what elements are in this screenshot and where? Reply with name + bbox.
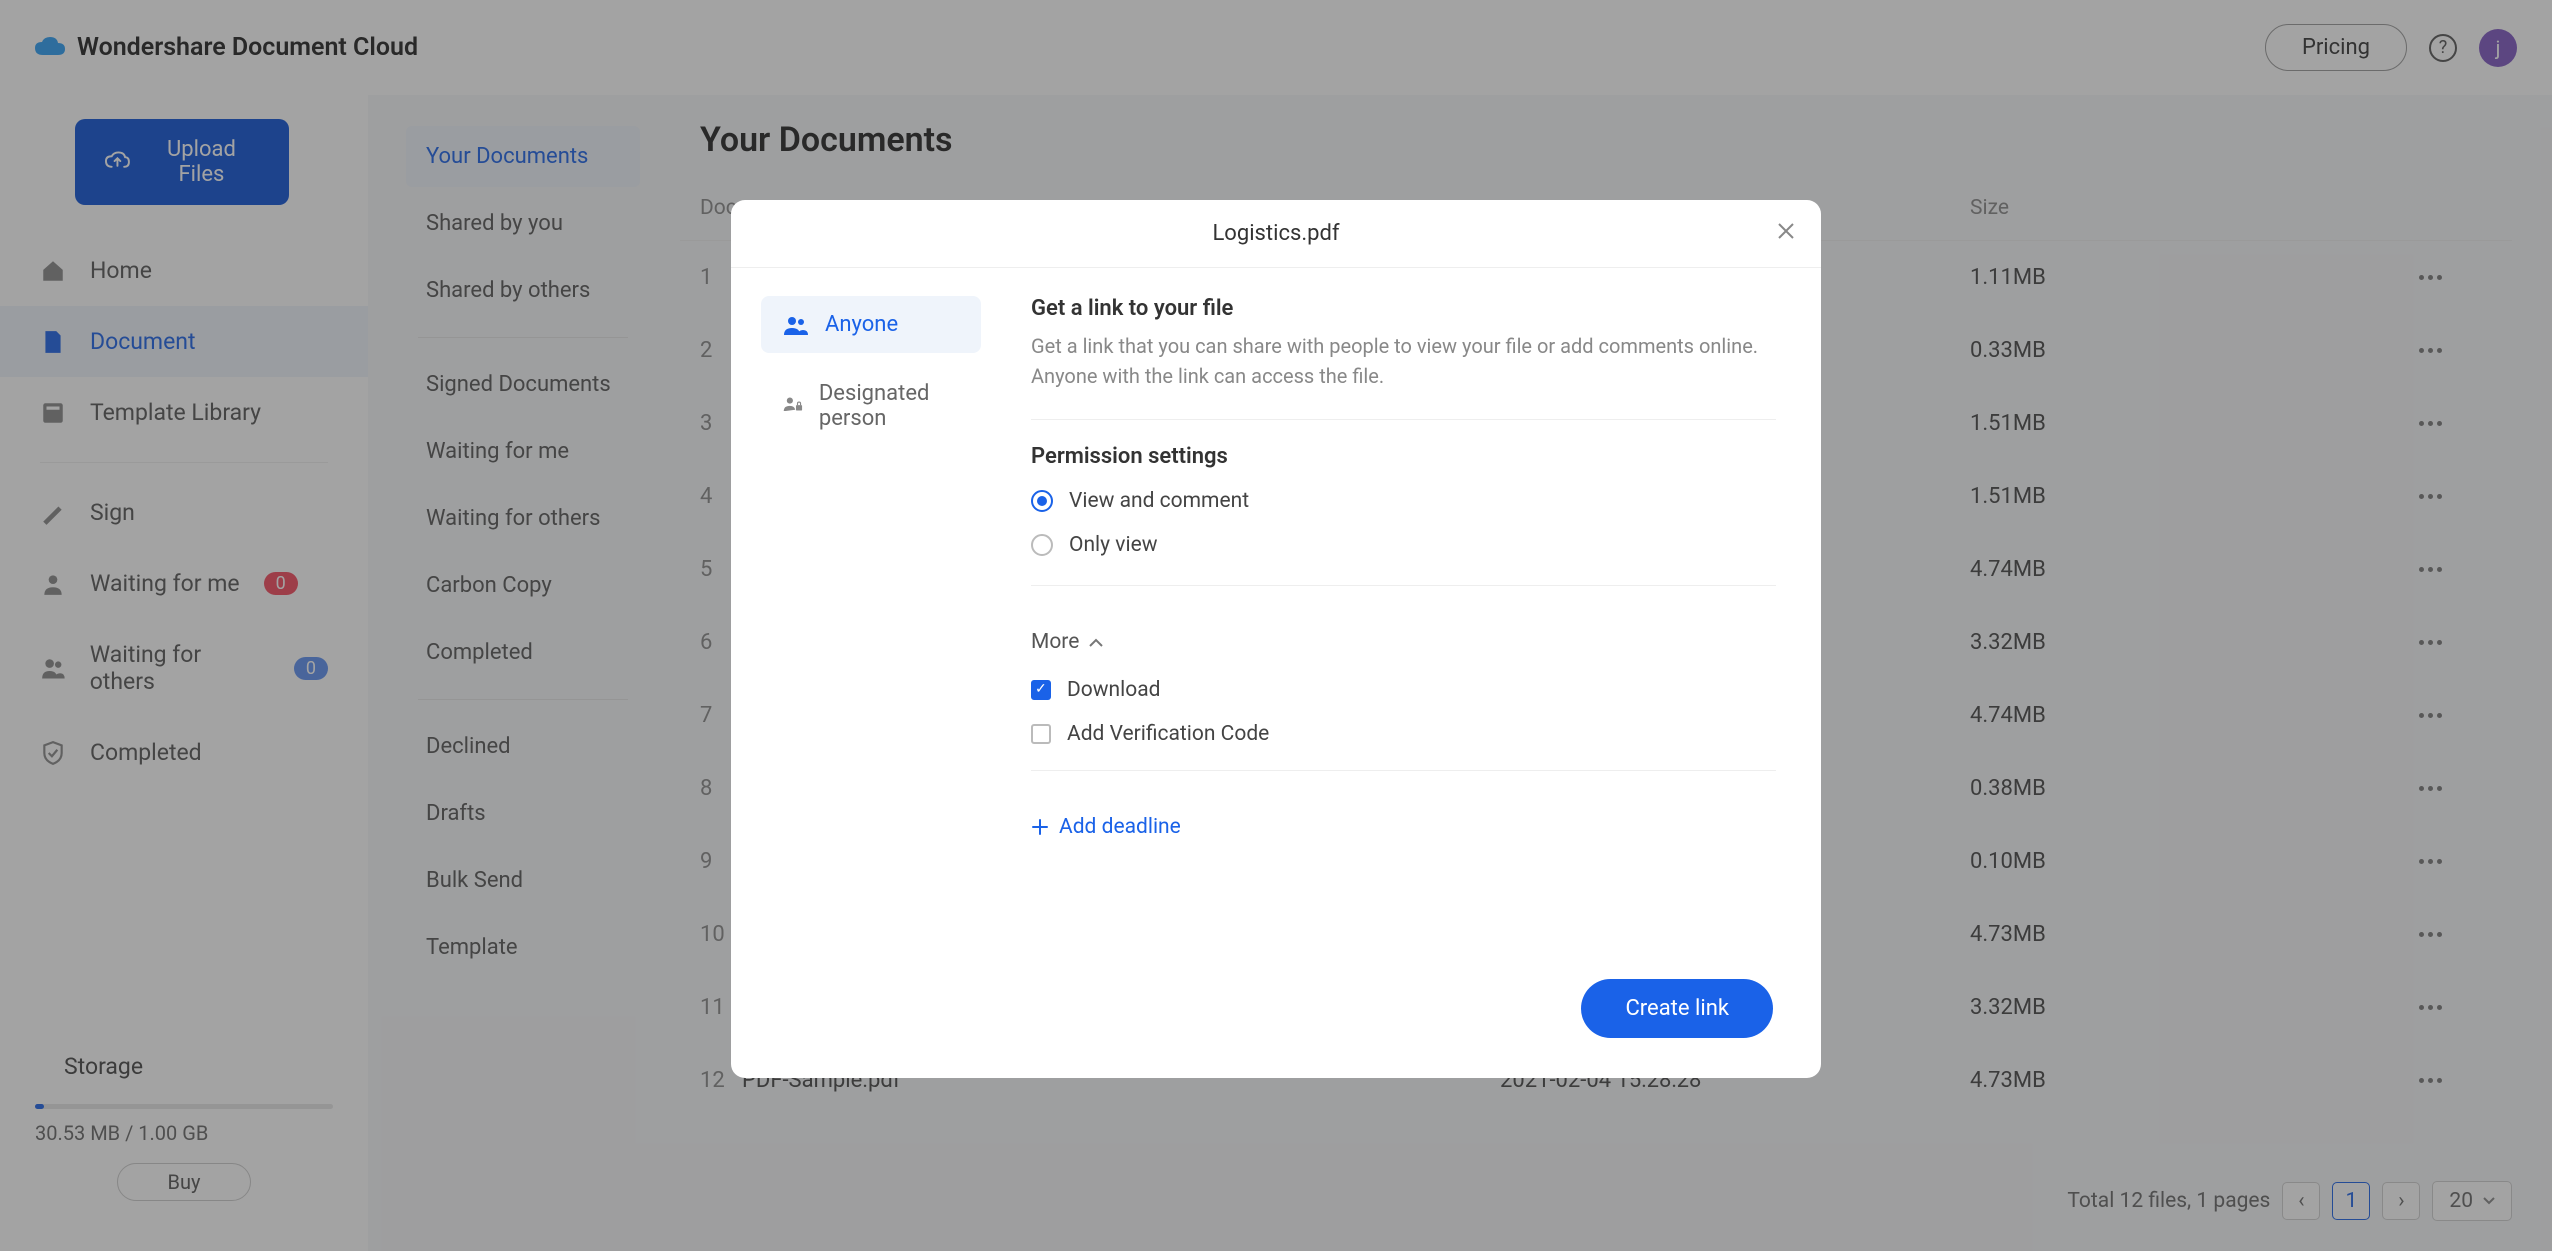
modal-title: Logistics.pdf <box>1212 221 1339 246</box>
modal-close-button[interactable] <box>1775 220 1797 242</box>
radio-view-and-comment[interactable]: View and comment <box>1031 479 1776 523</box>
checkbox-unchecked-icon <box>1031 724 1051 744</box>
create-link-button[interactable]: Create link <box>1581 979 1773 1038</box>
checkbox-checked-icon <box>1031 680 1051 700</box>
modal-heading: Get a link to your file <box>1031 296 1776 321</box>
person-lock-icon <box>783 396 803 416</box>
radio-unchecked-icon <box>1031 534 1053 556</box>
add-deadline-button[interactable]: Add deadline <box>1031 795 1776 839</box>
plus-icon <box>1031 818 1049 836</box>
checkbox-verification-code[interactable]: Add Verification Code <box>1031 712 1776 756</box>
people-icon <box>783 315 809 335</box>
tab-designated-person[interactable]: Designated person <box>761 365 981 447</box>
tab-anyone[interactable]: Anyone <box>761 296 981 353</box>
modal-subtext: Get a link that you can share with peopl… <box>1031 331 1776 391</box>
more-toggle[interactable]: More <box>1031 610 1776 668</box>
radio-checked-icon <box>1031 490 1053 512</box>
permission-heading: Permission settings <box>1031 444 1776 469</box>
share-link-modal: Logistics.pdf Anyone Designated person G… <box>731 200 1821 1078</box>
radio-only-view[interactable]: Only view <box>1031 523 1776 567</box>
checkbox-download[interactable]: Download <box>1031 668 1776 712</box>
chevron-up-icon <box>1089 638 1103 647</box>
